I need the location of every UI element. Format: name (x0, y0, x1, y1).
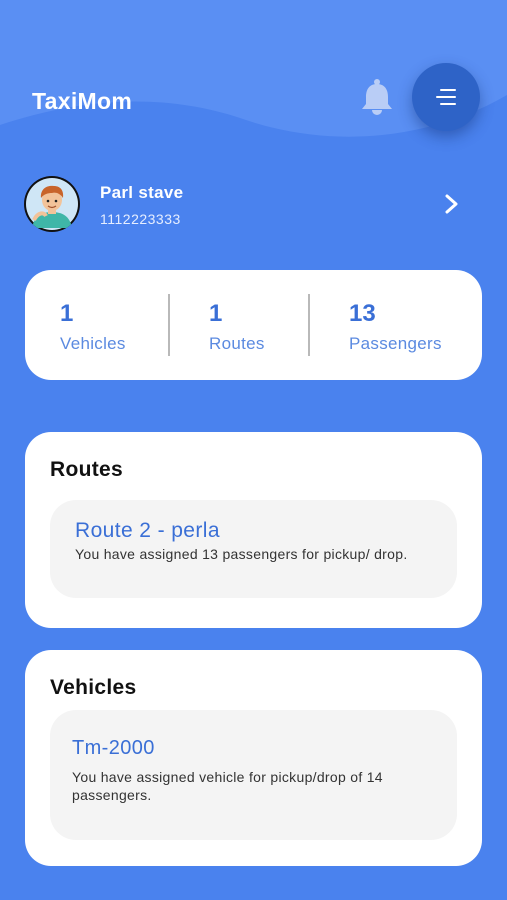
avatar[interactable] (24, 176, 80, 232)
route-name: Route 2 - perla (75, 519, 220, 542)
stat-routes[interactable]: 1 Routes (209, 300, 265, 354)
stat-vehicles[interactable]: 1 Vehicles (60, 300, 126, 354)
menu-button[interactable] (412, 63, 480, 131)
divider (308, 294, 310, 356)
stats-card: 1 Vehicles 1 Routes 13 Passengers (25, 270, 482, 380)
vehicles-card: Vehicles Tm-2000 You have assigned vehic… (25, 650, 482, 866)
routes-title: Routes (50, 458, 123, 481)
stat-value: 13 (349, 300, 376, 327)
routes-card: Routes Route 2 - perla You have assigned… (25, 432, 482, 628)
route-description: You have assigned 13 passengers for pick… (75, 546, 408, 562)
vehicle-item[interactable]: Tm-2000 You have assigned vehicle for pi… (50, 710, 457, 840)
user-avatar-icon (26, 178, 78, 230)
chevron-right-icon[interactable] (438, 190, 466, 218)
bell-icon[interactable] (360, 78, 394, 116)
stat-label: Passengers (349, 334, 442, 353)
stat-label: Routes (209, 334, 265, 353)
vehicles-title: Vehicles (50, 676, 137, 699)
app-title: TaxiMom (32, 88, 133, 114)
stat-label: Vehicles (60, 334, 126, 353)
user-name: Parl stave (100, 183, 184, 202)
menu-icon (436, 89, 456, 105)
user-phone: 1112223333 (100, 211, 181, 227)
vehicle-description: You have assigned vehicle for pickup/dro… (72, 769, 383, 803)
stat-passengers[interactable]: 13 Passengers (349, 300, 442, 354)
stat-value: 1 (209, 300, 223, 327)
stat-value: 1 (60, 300, 74, 327)
vehicle-name: Tm-2000 (72, 737, 155, 759)
divider (168, 294, 170, 356)
route-item[interactable]: Route 2 - perla You have assigned 13 pas… (50, 500, 457, 598)
